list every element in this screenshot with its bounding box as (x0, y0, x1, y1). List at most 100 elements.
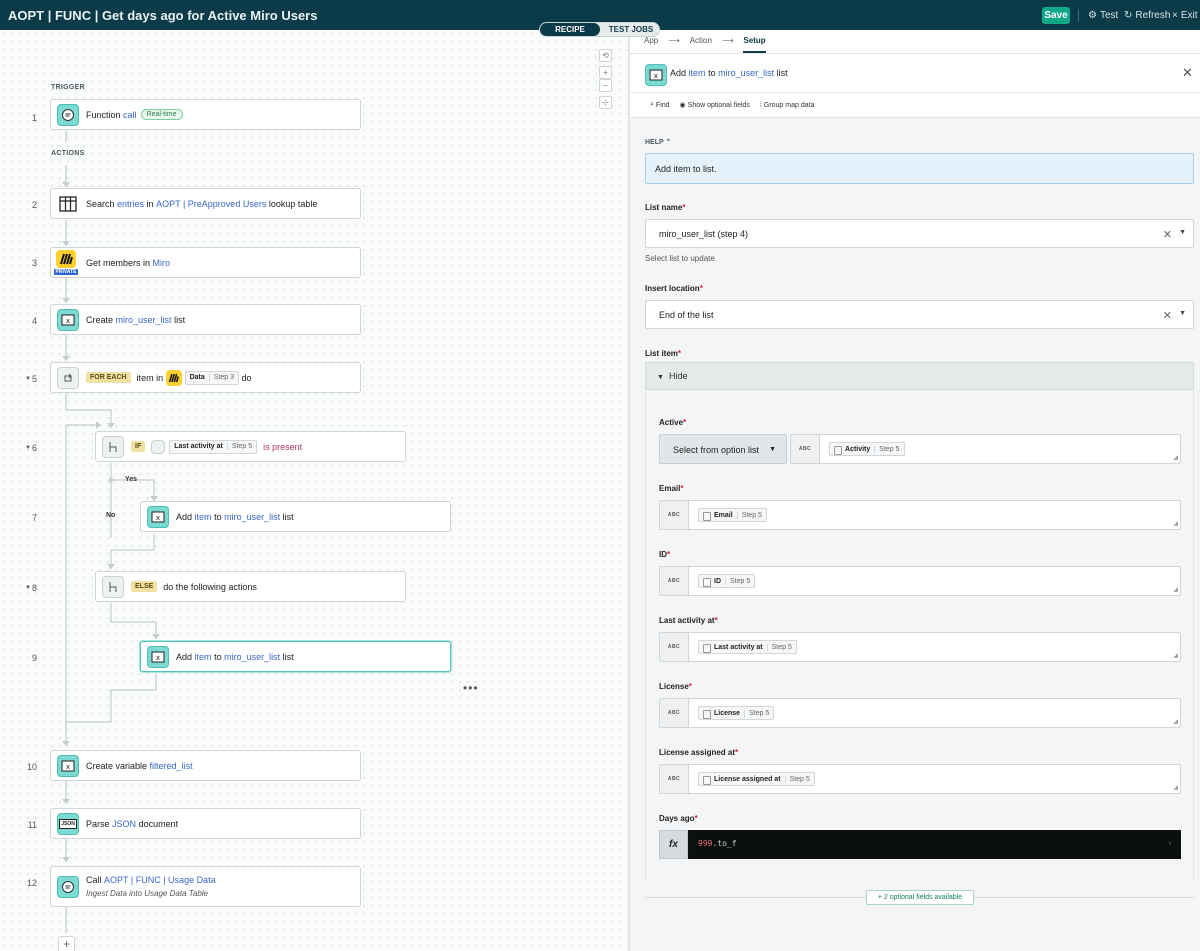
add-step-button[interactable]: + (58, 936, 75, 951)
refresh-button[interactable]: ↻ Refresh (1124, 10, 1170, 21)
resize-handle-icon[interactable]: ◢ (1173, 652, 1178, 659)
step-4-create-list[interactable]: x Create miro_user_list list (50, 304, 361, 335)
title-link[interactable]: miro_user_list (718, 68, 774, 78)
eye-icon: ◉ (679, 102, 686, 109)
clear-icon[interactable]: ✕ (1163, 228, 1172, 241)
show-optional-fields-button[interactable]: ◉ Show optional fields (679, 101, 750, 110)
tab-test-jobs[interactable]: TEST JOBS (602, 23, 660, 36)
step-9-add-item[interactable]: x Add item to miro_user_list list (140, 641, 451, 672)
last-activity-input[interactable]: Last activity at Step 5 ◢ (688, 632, 1181, 662)
help-toggle[interactable]: HELP ⌃ (645, 138, 671, 146)
breadcrumb-setup[interactable]: Setup (743, 36, 766, 53)
required-marker: * (682, 203, 686, 212)
resize-handle-icon[interactable]: ◢ (1173, 586, 1178, 593)
step-text: to (214, 651, 222, 662)
exit-button[interactable]: × Exit (1172, 10, 1198, 21)
test-button[interactable]: ⚙ Test (1088, 10, 1118, 21)
datapill[interactable]: License Step 5 (698, 706, 775, 720)
datapill[interactable]: Last activity at Step 5 (169, 439, 258, 454)
label-text: Email (659, 484, 681, 493)
datapill[interactable]: Activity Step 5 (829, 442, 905, 456)
zoom-out-button[interactable]: − (599, 79, 612, 92)
more-options-icon[interactable]: ••• (463, 681, 479, 695)
id-input[interactable]: ID Step 5 ◢ (688, 566, 1181, 596)
caret-down-icon[interactable]: ▼ (1179, 310, 1186, 317)
email-input[interactable]: Email Step 5 ◢ (688, 500, 1181, 530)
step-12-call-function[interactable]: Call AOPT | FUNC | Usage Data Ingest Dat… (50, 866, 361, 907)
line-number: 9 (31, 653, 37, 663)
branch-icon (102, 575, 124, 598)
tab-recipe[interactable]: RECIPE (540, 23, 600, 36)
svg-text:x: x (66, 763, 70, 771)
step-7-add-item[interactable]: x Add item to miro_user_list list (140, 501, 451, 532)
label-text: List name (645, 203, 683, 212)
required-marker: * (677, 349, 682, 358)
datapill[interactable]: Email Step 5 (698, 508, 767, 522)
id-label: ID* (659, 550, 670, 559)
datapill[interactable]: Data Step 3 (184, 370, 240, 385)
label-text: List item (645, 349, 678, 358)
step-3-get-members[interactable]: PRIVATE Get members in Miro (50, 247, 361, 278)
step-link: item (194, 511, 212, 522)
required-marker: * (735, 748, 739, 757)
required-marker: * (699, 284, 703, 293)
step-1-function-call[interactable]: Function call Real-time (50, 99, 361, 130)
find-button[interactable]: ⌕ Find (650, 101, 670, 109)
svg-text:x: x (66, 317, 70, 325)
optional-fields-button[interactable]: + 2 optional fields available (866, 890, 974, 905)
list-name-select[interactable]: miro_user_list (step 4) ✕ ▼ (645, 219, 1194, 248)
resize-handle-icon[interactable]: ◢ (1173, 520, 1178, 527)
group-map-data-button[interactable]: ⁞ Group map data (760, 101, 815, 109)
breadcrumb-app[interactable]: App (644, 36, 658, 53)
step-link: miro_user_list (224, 651, 281, 662)
type-badge-string: ABC (659, 764, 688, 794)
resize-handle-icon[interactable]: ◢ (1173, 784, 1178, 791)
reset-view-button[interactable]: ⟲ (599, 49, 612, 62)
datapill[interactable]: ID Step 5 (698, 574, 756, 588)
find-label: Find (655, 101, 670, 109)
list-item-hide-toggle[interactable]: ▼ Hide (645, 362, 1194, 390)
step-2-search-lookup[interactable]: Search entries in AOPT | PreApproved Use… (50, 188, 361, 219)
step-10-create-variable[interactable]: x Create variable filtered_list (50, 750, 361, 781)
formula-mode-icon[interactable]: fx (659, 830, 688, 859)
license-assigned-input[interactable]: License assigned at Step 5 ◢ (688, 764, 1181, 794)
close-panel-icon[interactable]: ✕ (1182, 65, 1193, 81)
active-option-select[interactable]: Select from option list ▼ (659, 434, 787, 464)
gear-icon: ⚙ (1088, 10, 1097, 21)
recipe-canvas[interactable]: ⟲ + − ⊹ TRIGGER ACTIONS 1 2 3 4 ▼ 5 ▼ 6 … (0, 30, 628, 951)
clear-icon[interactable]: ✕ (1163, 309, 1172, 322)
line-number: 7 (31, 513, 37, 523)
toolbar-divider (1078, 9, 1079, 22)
step-11-parse-json[interactable]: JSON Parse JSON document (50, 808, 361, 839)
step-6-if[interactable]: IF Last activity at Step 5 is present (95, 431, 406, 462)
email-label: Email* (659, 484, 683, 493)
caret-down-icon[interactable]: ▼ (1179, 229, 1186, 236)
fit-view-button[interactable]: ⊹ (599, 96, 612, 109)
active-input[interactable]: Activity Step 5 ◢ (819, 434, 1181, 464)
insert-location-select[interactable]: End of the list ✕ ▼ (645, 300, 1194, 329)
breadcrumb: App ⟶ Action ⟶ Setup (644, 36, 766, 53)
datapill-step: Step 5 (725, 577, 750, 585)
days-ago-formula-input[interactable]: 999.to_f ⇕ (688, 830, 1181, 859)
step-text: do (241, 372, 252, 383)
title-link[interactable]: item (689, 68, 706, 78)
resize-handle-icon[interactable]: ◢ (1173, 454, 1178, 461)
datapill[interactable]: Last activity at Step 5 (698, 640, 797, 654)
datapill-name: Last activity at (174, 443, 223, 450)
caret-down-icon: ▼ (657, 374, 664, 381)
step-5-for-each[interactable]: FOR EACH item in Data Step 3 do (50, 362, 361, 393)
resize-handle-icon[interactable]: ◢ (1173, 718, 1178, 725)
line-number: 5 (31, 374, 37, 384)
recipe-title[interactable]: AOPT | FUNC | Get days ago for Active Mi… (8, 8, 317, 23)
step-text: do the following actions (163, 581, 257, 592)
step-8-else[interactable]: ELSE do the following actions (95, 571, 406, 602)
code-method: .to_f (712, 839, 737, 848)
breadcrumb-action[interactable]: Action (690, 36, 712, 53)
datapill-step: Step 3 (208, 374, 234, 381)
label-text: License assigned at (659, 748, 736, 757)
zoom-in-button[interactable]: + (599, 66, 612, 79)
datapill[interactable]: License assigned at Step 5 (698, 772, 815, 786)
save-button[interactable]: Save (1042, 7, 1070, 24)
stepper-icon[interactable]: ⇕ (1168, 840, 1172, 847)
license-input[interactable]: License Step 5 ◢ (688, 698, 1181, 728)
